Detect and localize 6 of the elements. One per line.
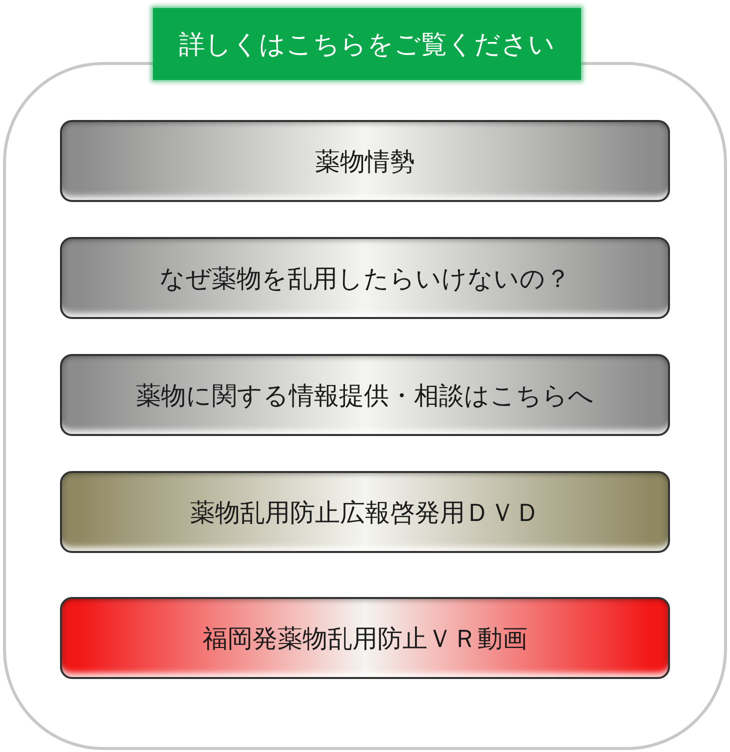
link-button[interactable]: 福岡発薬物乱用防止ＶＲ動画	[60, 597, 670, 679]
link-button[interactable]: 薬物乱用防止広報啓発用ＤＶＤ	[60, 471, 670, 553]
link-button[interactable]: なぜ薬物を乱用したらいけないの？	[60, 237, 670, 319]
link-button[interactable]: 薬物に関する情報提供・相談はこちらへ	[60, 354, 670, 436]
link-button[interactable]: 薬物情勢	[60, 120, 670, 202]
header-title: 詳しくはこちらをご覧ください	[179, 28, 555, 62]
